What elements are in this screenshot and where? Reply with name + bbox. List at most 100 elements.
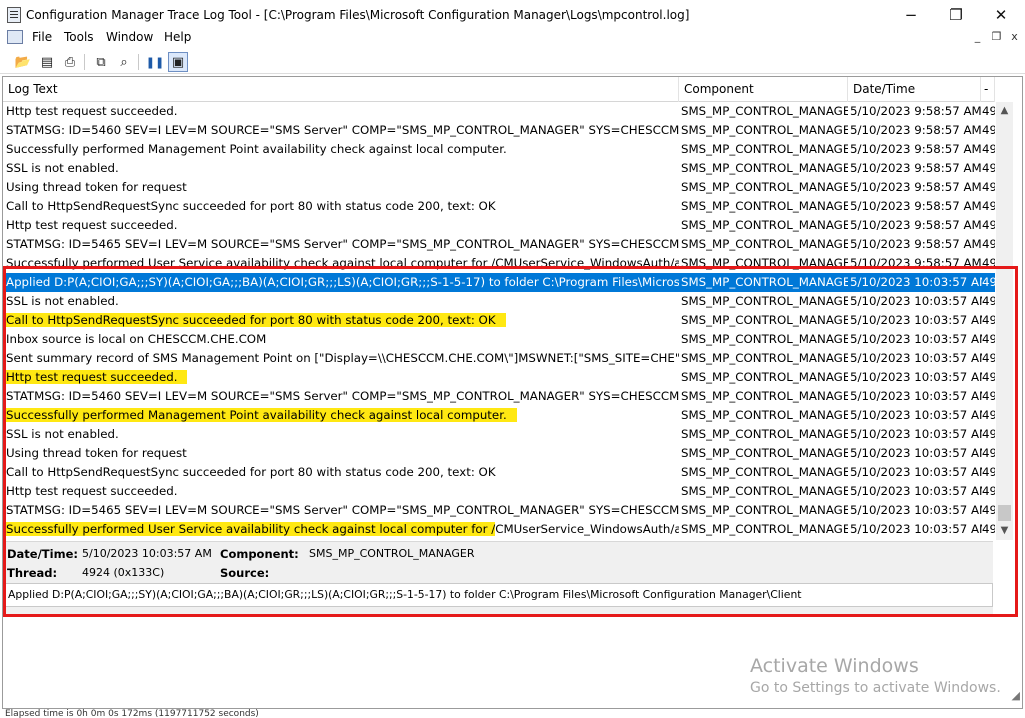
component-cell: SMS_MP_CONTROL_MANAGEI: [681, 313, 848, 327]
child-minimize-button[interactable]: _: [969, 30, 986, 45]
log-text-cell: Using thread token for request: [6, 446, 187, 460]
log-row[interactable]: Call to HttpSendRequestSync succeeded fo…: [3, 463, 995, 482]
log-text-cell: Successfully performed Management Point …: [3, 406, 679, 425]
date-time-cell: 5/10/2023 9:58:57 AM: [850, 256, 982, 270]
column-thread[interactable]: -: [981, 77, 995, 102]
component-cell: SMS_MP_CONTROL_MANAGEI: [681, 370, 848, 384]
log-text-cell: Http test request succeeded.: [6, 218, 178, 232]
log-row[interactable]: Http test request succeeded. SMS_MP_CONTR…: [3, 102, 995, 121]
message-text[interactable]: Applied D:P(A;CIOI;GA;;;SY)(A;CIOI;GA;;;…: [3, 583, 993, 607]
date-time-cell: 5/10/2023 10:03:57 AM: [850, 503, 982, 517]
log-row[interactable]: Successfully performed Management Point …: [3, 406, 995, 425]
thread-cell: 49: [982, 427, 995, 441]
date-time-cell: 5/10/2023 10:03:57 AM: [850, 389, 982, 403]
log-row[interactable]: Http test request succeeded. SMS_MP_CONTR…: [3, 368, 995, 387]
thread-cell: 49: [982, 446, 995, 460]
toggle-details-icon[interactable]: ▣: [168, 52, 188, 72]
menu-bar: [0, 30, 1025, 50]
log-row[interactable]: Using thread token for request SMS_MP_CON…: [3, 444, 995, 463]
open-icon[interactable]: 📂: [13, 52, 33, 72]
log-row[interactable]: Applied D:P(A;CIOI;GA;;;SY)(A;CIOI;GA;;;…: [3, 273, 995, 292]
date-time-cell: 5/10/2023 10:03:57 AM: [850, 370, 982, 384]
scroll-thumb[interactable]: [998, 505, 1011, 521]
log-row[interactable]: SSL is not enabled. SMS_MP_CONTROL_MANAGE…: [3, 159, 995, 178]
menu-tools[interactable]: Tools: [64, 30, 94, 44]
scroll-down-icon[interactable]: ▼: [996, 522, 1013, 539]
menu-help[interactable]: Help: [164, 30, 191, 44]
date-time-cell: 5/10/2023 9:58:57 AM: [850, 218, 982, 232]
log-row[interactable]: STATMSG: ID=5465 SEV=I LEV=M SOURCE="SMS…: [3, 501, 995, 520]
thread-cell: 49: [982, 408, 995, 422]
column-log-text[interactable]: Log Text: [3, 77, 679, 102]
thread-cell: 49: [982, 465, 995, 479]
find-icon[interactable]: ⌕: [114, 52, 134, 72]
thread-cell: 49: [982, 199, 995, 213]
log-text-cell: Http test request succeeded.: [6, 104, 178, 118]
date-time-cell: 5/10/2023 10:03:57 AM: [850, 351, 982, 365]
log-text-cell: SSL is not enabled.: [6, 161, 119, 175]
log-row[interactable]: SSL is not enabled. SMS_MP_CONTROL_MANAGE…: [3, 425, 995, 444]
log-row[interactable]: Successfully performed User Service avai…: [3, 520, 995, 539]
child-close-button[interactable]: x: [1006, 30, 1023, 45]
log-row[interactable]: Sent summary record of SMS Management Po…: [3, 349, 995, 368]
log-row[interactable]: Call to HttpSendRequestSync succeeded fo…: [3, 311, 995, 330]
date-time-cell: 5/10/2023 10:03:57 AM: [850, 522, 982, 536]
component-cell: SMS_MP_CONTROL_MANAGEI: [681, 237, 848, 251]
print-preview-icon[interactable]: ▤: [37, 52, 57, 72]
column-date-time[interactable]: Date/Time: [848, 77, 981, 102]
log-text-cell: Http test request succeeded.: [6, 484, 178, 498]
log-text-cell: SSL is not enabled.: [6, 294, 119, 308]
date-time-cell: 5/10/2023 9:58:57 AM: [850, 237, 982, 251]
log-row[interactable]: Call to HttpSendRequestSync succeeded fo…: [3, 197, 995, 216]
log-row[interactable]: Inbox source is local on CHESCCM.CHE.COM…: [3, 330, 995, 349]
log-text-cell: SSL is not enabled.: [6, 427, 119, 441]
log-row[interactable]: Using thread token for request SMS_MP_CON…: [3, 178, 995, 197]
column-component[interactable]: Component: [679, 77, 848, 102]
document-icon: [7, 30, 23, 44]
pause-icon[interactable]: ❚❚: [145, 52, 165, 72]
log-text-cell: Http test request succeeded.: [3, 368, 679, 387]
log-text-cell: STATMSG: ID=5465 SEV=I LEV=M SOURCE="SMS…: [6, 237, 679, 251]
app-icon: [7, 7, 21, 23]
log-row[interactable]: Http test request succeeded. SMS_MP_CONTR…: [3, 482, 995, 501]
child-restore-button[interactable]: ❐: [988, 30, 1005, 45]
vertical-scrollbar[interactable]: ▲ ▼: [996, 102, 1013, 540]
log-row[interactable]: Successfully performed User Service avai…: [3, 254, 995, 273]
menu-file[interactable]: File: [32, 30, 52, 44]
minimize-button[interactable]: −: [888, 0, 934, 30]
close-button[interactable]: ✕: [978, 0, 1024, 30]
print-icon[interactable]: ⎙: [60, 52, 80, 72]
thread-cell: 49: [982, 104, 995, 118]
thread-cell: 49: [982, 294, 995, 308]
log-text-cell: STATMSG: ID=5460 SEV=I LEV=M SOURCE="SMS…: [6, 389, 679, 403]
log-text-cell: Call to HttpSendRequestSync succeeded fo…: [6, 199, 496, 213]
component-value: SMS_MP_CONTROL_MANAGER: [309, 547, 475, 560]
log-row[interactable]: STATMSG: ID=5465 SEV=I LEV=M SOURCE="SMS…: [3, 235, 995, 254]
component-cell: SMS_MP_CONTROL_MANAGEI: [681, 256, 848, 270]
maximize-button[interactable]: ❐: [933, 0, 979, 30]
component-cell: SMS_MP_CONTROL_MANAGEI: [681, 161, 848, 175]
menu-window[interactable]: Window: [106, 30, 153, 44]
log-text-cell: Call to HttpSendRequestSync succeeded fo…: [3, 311, 679, 330]
title-bar: Configuration Manager Trace Log Tool - […: [0, 0, 1025, 30]
thread-value: 4924 (0x133C): [82, 566, 165, 579]
window-title: Configuration Manager Trace Log Tool - […: [26, 8, 690, 22]
thread-cell: 49: [982, 351, 995, 365]
log-row[interactable]: SSL is not enabled. SMS_MP_CONTROL_MANAGE…: [3, 292, 995, 311]
source-label: Source:: [220, 566, 270, 580]
scroll-up-icon[interactable]: ▲: [996, 102, 1013, 119]
component-cell: SMS_MP_CONTROL_MANAGEI: [681, 389, 848, 403]
log-row[interactable]: STATMSG: ID=5460 SEV=I LEV=M SOURCE="SMS…: [3, 121, 995, 140]
resize-grip-icon[interactable]: ◢: [1012, 689, 1020, 702]
log-text-cell: Successfully performed User Service avai…: [6, 256, 679, 270]
date-time-cell: 5/10/2023 10:03:57 AM: [850, 484, 982, 498]
log-list[interactable]: Log Text Component Date/Time - Http test…: [3, 77, 995, 540]
log-row[interactable]: STATMSG: ID=5460 SEV=I LEV=M SOURCE="SMS…: [3, 387, 995, 406]
date-time-cell: 5/10/2023 9:58:57 AM: [850, 199, 982, 213]
log-row[interactable]: Http test request succeeded. SMS_MP_CONTR…: [3, 216, 995, 235]
log-text-cell: STATMSG: ID=5460 SEV=I LEV=M SOURCE="SMS…: [6, 123, 679, 137]
copy-icon[interactable]: ⧉: [91, 52, 111, 72]
date-time-cell: 5/10/2023 9:58:57 AM: [850, 161, 982, 175]
component-cell: SMS_MP_CONTROL_MANAGEI: [681, 199, 848, 213]
log-row[interactable]: Successfully performed Management Point …: [3, 140, 995, 159]
